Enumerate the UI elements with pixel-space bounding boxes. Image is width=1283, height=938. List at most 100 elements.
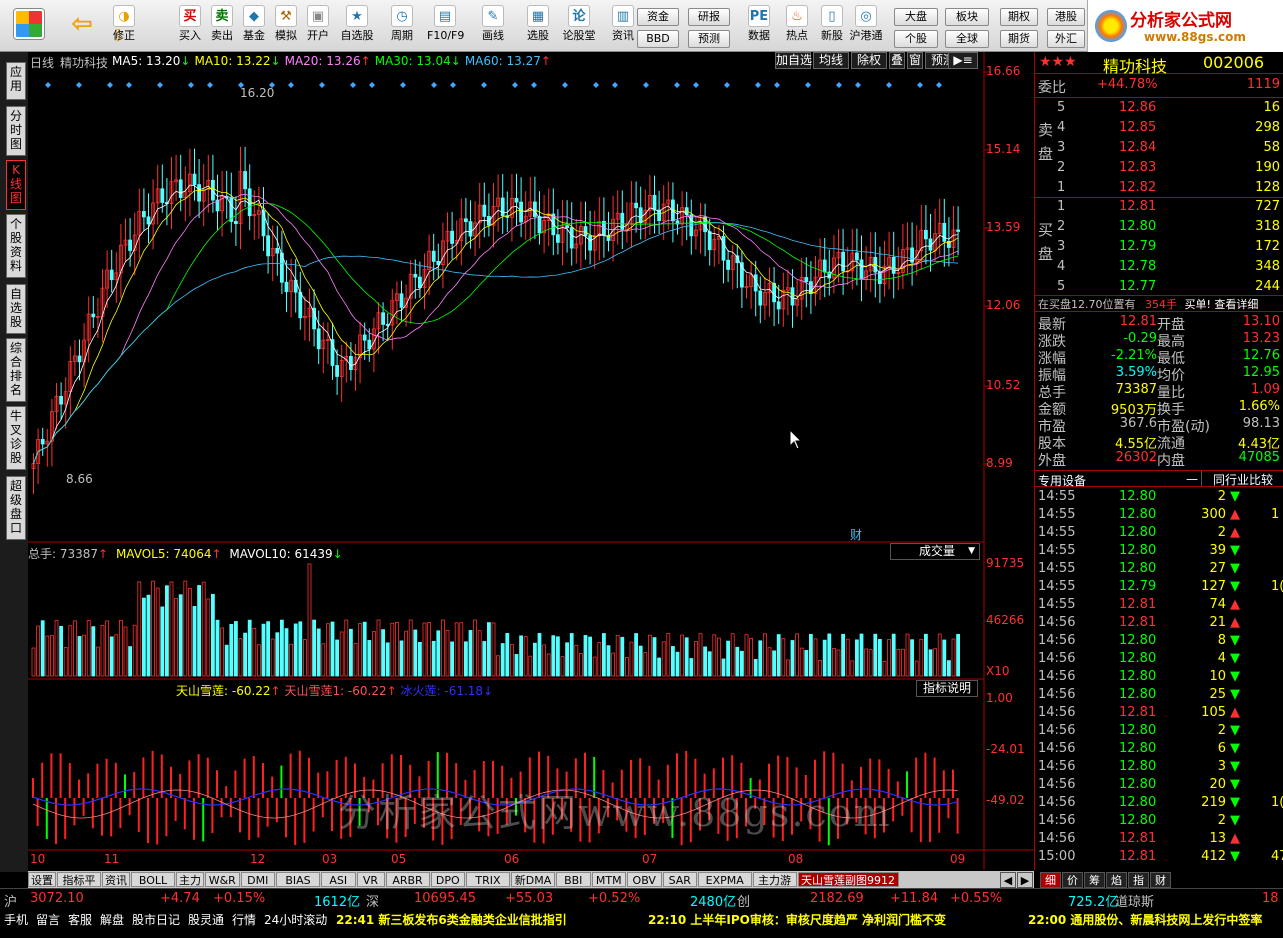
toolbar-button-b13[interactable]: ▥ 资讯 (605, 3, 641, 49)
toolbar-button-b11[interactable]: ▦ 选股 (520, 3, 556, 49)
ticker-link-4[interactable]: 股市日记 (132, 911, 180, 928)
indicator-tab-7[interactable]: BIAS (276, 872, 320, 887)
indicator-tab-8[interactable]: ASI (321, 872, 356, 887)
tick-row: 14:55 12.80 300 ▲ 1 (1035, 507, 1283, 525)
indicator-tab-14[interactable]: BBI (556, 872, 591, 887)
news-item-2[interactable]: 22:00 通用股份、新晨科技网上发行中签率 (1028, 911, 1262, 928)
ticker-link-5[interactable]: 股灵通 (188, 911, 224, 928)
toolbar-button-b2[interactable]: 买买入 (172, 3, 208, 49)
quote-tab-4[interactable]: 指 (1128, 872, 1149, 888)
toolbar-button-b12[interactable]: 论论股堂 (561, 3, 597, 49)
news-item-0[interactable]: 22:41 新三板发布6类金融类企业信批指引 (336, 911, 567, 928)
left-tab-6[interactable]: 牛叉诊股 (6, 406, 26, 470)
toolbar-small-s10[interactable]: 期货 (1000, 30, 1038, 48)
candle-body (956, 229, 960, 232)
indicator-tab-4[interactable]: 主力 (176, 872, 204, 887)
indicator-tab-6[interactable]: DMI (240, 872, 275, 887)
ticker-link-1[interactable]: 留言 (36, 911, 60, 928)
toolbar-button-b1[interactable]: ◑ 修正 (106, 3, 142, 49)
ticker-link-2[interactable]: 客服 (68, 911, 92, 928)
ticker-link-3[interactable]: 解盘 (100, 911, 124, 928)
toolbar-small-s5[interactable]: 大盘 (894, 8, 938, 26)
kline-btn-3[interactable]: 叠 (889, 52, 905, 69)
toolbar-button-b6[interactable]: ▣ 开户 (300, 3, 336, 49)
finance-marker[interactable]: 财 (850, 526, 862, 543)
toolbar-small-s11[interactable]: 港股 (1047, 8, 1085, 26)
volume-bar (279, 619, 284, 677)
kline-btn-1[interactable]: 均线 (813, 52, 849, 69)
quote-tab-2[interactable]: 筹 (1084, 872, 1105, 888)
indicator-tab-13[interactable]: 新DMA (511, 872, 555, 887)
kline-btn-4[interactable]: 窗 (907, 52, 923, 69)
indicator-tab-10[interactable]: ARBR (385, 872, 430, 887)
indicator-tab-15[interactable]: MTM (591, 872, 626, 887)
index-value: 18 (1262, 891, 1279, 906)
candle-body (261, 210, 266, 237)
ticker-link-0[interactable]: 手机 (4, 911, 28, 928)
toolbar-small-s2[interactable]: BBD (637, 30, 679, 48)
ticker-link-7[interactable]: 24小时滚动 (264, 911, 327, 928)
left-tab-5[interactable]: 综合排名 (6, 338, 26, 402)
quote-tab-3[interactable]: 焰 (1106, 872, 1127, 888)
left-tab-7[interactable]: 超级盘口 (6, 476, 26, 540)
tick-price: 12.81 (1119, 615, 1157, 630)
toolbar-small-s3[interactable]: 研报 (688, 8, 730, 26)
toolbar-small-s6[interactable]: 个股 (894, 30, 938, 48)
back-button[interactable]: ⇦ (62, 3, 102, 49)
toolbar-button-b16[interactable]: ▯ 新股 (814, 3, 850, 49)
indicator-tab-3[interactable]: BOLL (131, 872, 175, 887)
toolbar-small-s1[interactable]: 资金 (637, 8, 679, 26)
indicator-tab-11[interactable]: DPO (430, 872, 465, 887)
kline-btn-0[interactable]: 加自选 (775, 52, 812, 69)
menu-toggle-button[interactable]: ▶≡ (948, 52, 978, 69)
industry-dropdown[interactable]: 专用设备 — (1038, 472, 1198, 489)
news-item-1[interactable]: 22:10 上半年IPO审核：审核尺度趋严 净利润门槛不变 (648, 911, 946, 928)
toolbar-button-b9[interactable]: ▤ F10/F9 (427, 3, 464, 49)
grid-menu-button[interactable] (6, 3, 52, 49)
toolbar-button-b17[interactable]: ◎ 沪港通 (848, 3, 884, 49)
toolbar-button-b8[interactable]: ◷ 周期 (384, 3, 420, 49)
indicator-tab-17[interactable]: SAR (662, 872, 697, 887)
indicator-tab-2[interactable]: 资讯 (102, 872, 130, 887)
queue-info[interactable]: 在买盘12.70位置有 354手 买单! 查看详细 (1038, 296, 1258, 312)
quote-tab-5[interactable]: 财 (1150, 872, 1171, 888)
toolbar-button-b15[interactable]: ♨ 热点 (779, 3, 815, 49)
left-tab-0[interactable]: 应用 (6, 62, 26, 100)
toolbar-button-b4[interactable]: ◆ 基金 (236, 3, 272, 49)
toolbar-small-s7[interactable]: 板块 (945, 8, 989, 26)
toolbar-button-b14[interactable]: PE 数据 (741, 3, 777, 49)
toolbar-small-s9[interactable]: 期权 (1000, 8, 1038, 26)
toolbar-button-b7[interactable]: ★ 自选股 (339, 3, 375, 49)
tab-scroll-left[interactable]: ◀ (1000, 872, 1016, 888)
indicator-help-button[interactable]: 指标说明 (916, 680, 978, 697)
indicator-tab-9[interactable]: VR (356, 872, 385, 887)
toolbar-button-b5[interactable]: ⚒ 模拟 (268, 3, 304, 49)
ticker-link-6[interactable]: 行情 (232, 911, 256, 928)
toolbar-small-s8[interactable]: 全球 (945, 30, 989, 48)
indicator-tab-0[interactable]: 设置 (28, 872, 56, 887)
left-tab-1[interactable]: 分时图 (6, 106, 26, 156)
tab-scroll-right[interactable]: ▶ (1017, 872, 1033, 888)
toolbar-button-b3[interactable]: 卖卖出 (204, 3, 240, 49)
kline-chart-area[interactable]: 日线 精功科技 MA5: 13.20↓ MA10: 13.22↓ MA20: 13.… (28, 52, 1034, 870)
volume-indicator-dropdown[interactable]: 成交量 ▼ (890, 543, 980, 560)
indicator-tab-18[interactable]: EXPMA (698, 872, 752, 887)
indicator-tab-20[interactable]: 天山雪莲副图9912 (797, 872, 899, 887)
indicator-tab-5[interactable]: W&R (205, 872, 240, 887)
quote-tab-0[interactable]: 细 (1040, 872, 1061, 888)
tick-volume: 74 (1209, 597, 1226, 612)
quote-tab-1[interactable]: 价 (1062, 872, 1083, 888)
left-tab-2[interactable]: K线图 (6, 160, 26, 210)
left-tab-4[interactable]: 自选股 (6, 284, 26, 334)
indicator-tab-12[interactable]: TRIX (466, 872, 510, 887)
toolbar-small-s4[interactable]: 预测 (688, 30, 730, 48)
toolbar-small-s12[interactable]: 外汇 (1047, 30, 1085, 48)
indicator-tab-1[interactable]: 指标平台 (57, 872, 101, 902)
left-tab-3[interactable]: 个股资料 (6, 214, 26, 278)
kline-btn-2[interactable]: 除权 (851, 52, 887, 69)
industry-compare-button[interactable]: 同行业比较 (1201, 471, 1283, 487)
indicator-tab-19[interactable]: 主力游资 (752, 872, 797, 902)
candle-body (841, 251, 845, 272)
indicator-tab-16[interactable]: OBV (627, 872, 662, 887)
toolbar-button-b10[interactable]: ✎ 画线 (475, 3, 511, 49)
